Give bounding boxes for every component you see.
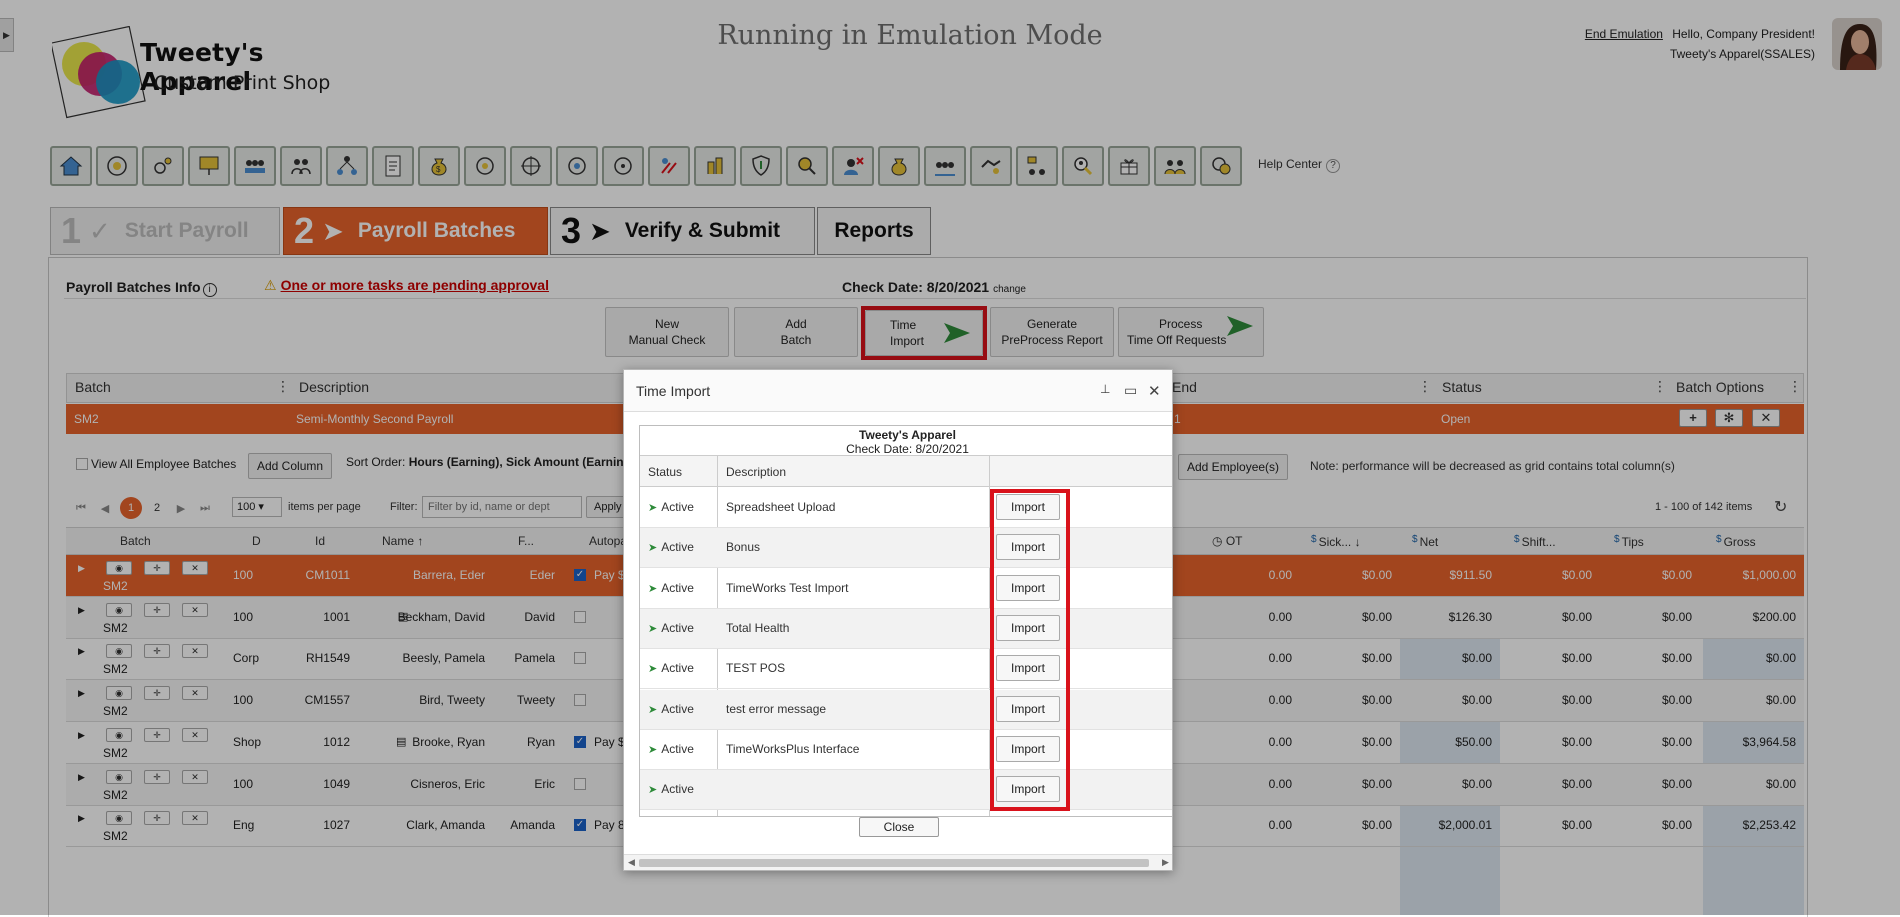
list-item: ➤ Active TimeWorksPlus Interface Import — [640, 730, 1172, 770]
description-cell: Spreadsheet Upload — [726, 500, 836, 514]
active-arrow-icon: ➤ — [648, 703, 658, 716]
description-cell: Bonus — [726, 540, 761, 555]
status-cell: ➤ Active — [648, 581, 694, 595]
list-item: ➤ Active Spreadsheet Upload Import — [640, 488, 1172, 528]
description-cell: Total Health — [726, 620, 790, 635]
status-text: Active — [661, 620, 694, 635]
dialog-title: Time Import — [636, 383, 711, 399]
scroll-left-icon[interactable]: ◀ — [628, 857, 635, 868]
pin-icon[interactable]: ⊥ — [1100, 382, 1110, 396]
list-item: ➤ Active Import — [640, 770, 1172, 811]
description-cell: TimeWorksPlus Interface — [726, 741, 860, 756]
time-import-dialog: Time Import ⊥ ▭ ✕ Tweety's Apparel Check… — [623, 369, 1173, 871]
status-cell: ➤ Active — [648, 661, 694, 675]
caption-company: Tweety's Apparel — [859, 428, 956, 442]
active-arrow-icon: ➤ — [648, 582, 658, 595]
active-arrow-icon: ➤ — [648, 663, 658, 676]
status-cell: ➤ Active — [648, 782, 694, 796]
list-item: ➤ Active Bonus Import — [640, 528, 1172, 569]
list-item: ➤ Active test error message Import — [640, 689, 1172, 730]
description-cell: TimeWorks Test Import — [726, 580, 849, 595]
table-caption: Tweety's Apparel Check Date: 8/20/2021 — [640, 426, 1172, 456]
status-text: Active — [661, 580, 694, 595]
active-arrow-icon: ➤ — [648, 502, 658, 514]
scroll-right-icon[interactable]: ▶ — [1162, 857, 1169, 868]
scroll-thumb[interactable] — [639, 859, 1149, 867]
status-text: Active — [661, 701, 694, 716]
active-arrow-icon: ➤ — [648, 542, 658, 555]
status-cell: ➤ Active — [648, 500, 694, 514]
close-icon[interactable]: ✕ — [1148, 382, 1161, 400]
description-cell: TEST POS — [726, 661, 786, 676]
table-header: Status Description — [640, 456, 1172, 487]
time-import-table: Tweety's Apparel Check Date: 8/20/2021 S… — [639, 425, 1172, 817]
status-cell: ➤ Active — [648, 621, 694, 635]
list-item: ➤ Active Total Health Import — [640, 608, 1172, 649]
active-arrow-icon: ➤ — [648, 784, 658, 797]
active-arrow-icon: ➤ — [648, 622, 658, 635]
import-column-highlight — [990, 489, 1070, 811]
col-description: Description — [726, 465, 787, 479]
caption-check-date: Check Date: 8/20/2021 — [846, 442, 969, 456]
status-text: Active — [661, 741, 694, 756]
list-item: ➤ Active TimeWorks Test Import Import — [640, 569, 1172, 609]
list-item: ➤ Active TEST POS Import — [640, 649, 1172, 690]
status-text: Active — [661, 540, 694, 555]
horizontal-scrollbar[interactable]: ◀ ▶ — [624, 854, 1172, 870]
col-status: Status — [648, 465, 683, 479]
status-cell: ➤ Active — [648, 742, 694, 756]
status-text: Active — [661, 782, 694, 797]
active-arrow-icon: ➤ — [648, 743, 658, 756]
status-cell: ➤ Active — [648, 702, 694, 716]
status-cell: ➤ Active — [648, 540, 694, 554]
close-button[interactable]: Close — [859, 817, 939, 837]
status-text: Active — [661, 661, 694, 676]
maximize-icon[interactable]: ▭ — [1124, 382, 1137, 399]
status-text: Active — [661, 500, 694, 514]
description-cell: test error message — [726, 701, 827, 716]
